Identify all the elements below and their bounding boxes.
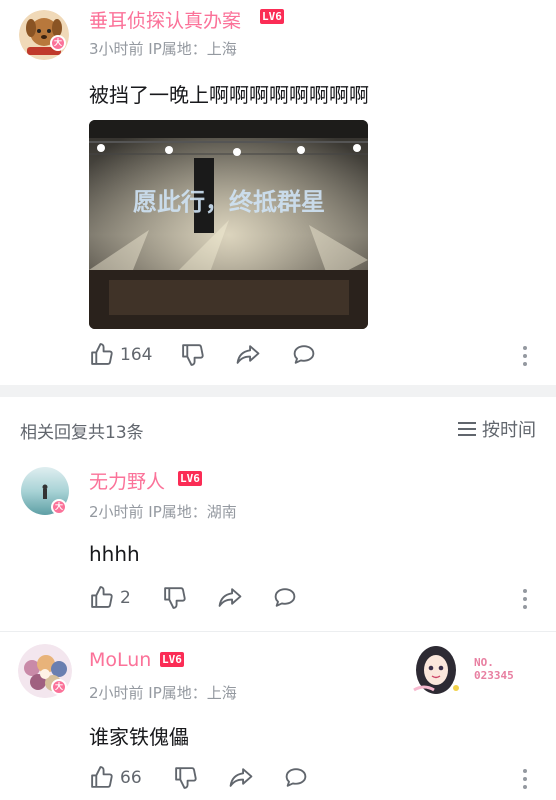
reply-item: 大 无力野人 LV6 2小时前 IP属地：湖南 hhhh 2 xyxy=(0,455,556,630)
sort-button[interactable]: 按时间 xyxy=(458,416,536,442)
reply-button[interactable] xyxy=(272,585,298,610)
comment-meta: 3小时前 IP属地：上海 xyxy=(89,40,237,58)
dislike-button[interactable] xyxy=(180,342,205,367)
sort-lines-icon xyxy=(458,422,476,436)
comment-text: hhhh xyxy=(89,542,140,566)
anime-girl-icon xyxy=(413,646,459,694)
comment-text: 谁家铁傀儡 xyxy=(89,725,189,749)
photo-caption: 愿此行，终抵群星 xyxy=(133,188,325,216)
share-button[interactable] xyxy=(228,765,254,790)
more-vertical-icon[interactable] xyxy=(522,589,528,611)
comment-photo[interactable]: 愿此行，终抵群星 xyxy=(89,120,368,329)
comment-icon xyxy=(274,588,296,607)
dislike-button[interactable] xyxy=(173,765,198,790)
thumb-down-icon xyxy=(164,587,186,609)
share-icon xyxy=(218,588,242,607)
section-divider xyxy=(0,385,556,397)
comment-actions: 66 xyxy=(0,765,556,795)
vip-badge: 大 xyxy=(50,35,66,51)
sort-label: 按时间 xyxy=(482,420,536,441)
fan-badge-number: NO. 023345 xyxy=(474,656,514,682)
thumb-up-icon xyxy=(91,586,113,608)
like-count: 66 xyxy=(120,767,142,788)
comment-actions: 164 xyxy=(0,342,556,372)
more-vertical-icon[interactable] xyxy=(522,769,528,791)
level-badge: LV6 xyxy=(160,652,184,667)
replies-header: 相关回复共13条 按时间 xyxy=(0,410,556,450)
like-count: 2 xyxy=(120,587,131,608)
comment-icon xyxy=(285,768,307,787)
main-comment: 大 垂耳侦探认真办案 LV6 3小时前 IP属地：上海 被挡了一晚上啊啊啊啊啊啊… xyxy=(0,0,556,385)
comment-icon xyxy=(293,345,315,364)
level-badge: LV6 xyxy=(178,471,202,486)
username[interactable]: MoLun xyxy=(89,649,151,671)
thumb-up-icon xyxy=(91,343,113,365)
comment-meta: 2小时前 IP属地：上海 xyxy=(89,684,237,702)
comment-meta: 2小时前 IP属地：湖南 xyxy=(89,503,237,521)
fan-badge[interactable]: NO. 023345 xyxy=(408,640,538,696)
comment-text: 被挡了一晚上啊啊啊啊啊啊啊啊 xyxy=(89,83,369,107)
reply-item: 大 MoLun LV6 NO. 023345 2小时前 IP属地：上海 谁家铁傀… xyxy=(0,632,556,800)
share-icon xyxy=(236,345,260,364)
more-vertical-icon[interactable] xyxy=(522,346,528,368)
username[interactable]: 垂耳侦探认真办案 xyxy=(89,6,241,33)
share-button[interactable] xyxy=(217,585,243,610)
thumb-down-icon xyxy=(175,767,197,789)
share-button[interactable] xyxy=(235,342,261,367)
vip-badge: 大 xyxy=(51,679,67,695)
thumb-up-icon xyxy=(91,766,113,788)
share-icon xyxy=(229,768,253,787)
dislike-button[interactable] xyxy=(162,585,187,610)
reply-button[interactable] xyxy=(283,765,309,790)
like-button[interactable]: 164 xyxy=(89,342,152,367)
username[interactable]: 无力野人 xyxy=(89,467,165,494)
like-count: 164 xyxy=(120,344,153,365)
comment-actions: 2 xyxy=(0,585,556,615)
like-button[interactable]: 66 xyxy=(89,765,142,790)
reply-button[interactable] xyxy=(291,342,317,367)
reply-count: 相关回复共13条 xyxy=(20,423,144,443)
vip-badge: 大 xyxy=(51,499,67,515)
level-badge: LV6 xyxy=(260,9,284,24)
like-button[interactable]: 2 xyxy=(89,585,131,610)
thumb-down-icon xyxy=(182,344,204,366)
